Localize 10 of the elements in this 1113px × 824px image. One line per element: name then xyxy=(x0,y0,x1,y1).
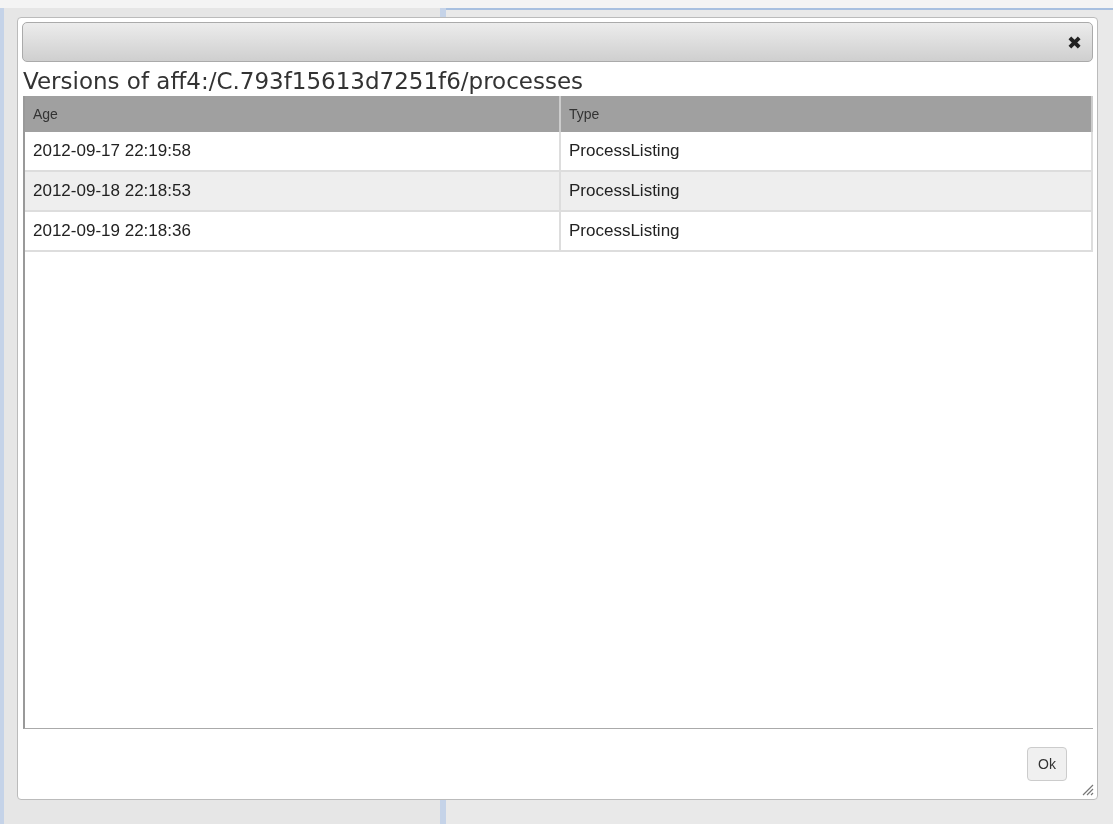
resize-grip-icon[interactable] xyxy=(1080,782,1094,796)
column-header[interactable]: Age xyxy=(25,96,560,132)
close-button[interactable]: ✖ xyxy=(1064,31,1084,53)
table-cell: 2012-09-19 22:18:36 xyxy=(25,211,560,251)
table-cell: ProcessListing xyxy=(560,171,1092,211)
table-cell: ProcessListing xyxy=(560,211,1092,251)
table-cell: 2012-09-18 22:18:53 xyxy=(25,171,560,211)
ok-button[interactable]: Ok xyxy=(1027,747,1067,781)
column-header[interactable]: Type xyxy=(560,96,1092,132)
dialog-title: Versions of aff4:/C.793f15613d7251f6/processes xyxy=(22,67,585,96)
